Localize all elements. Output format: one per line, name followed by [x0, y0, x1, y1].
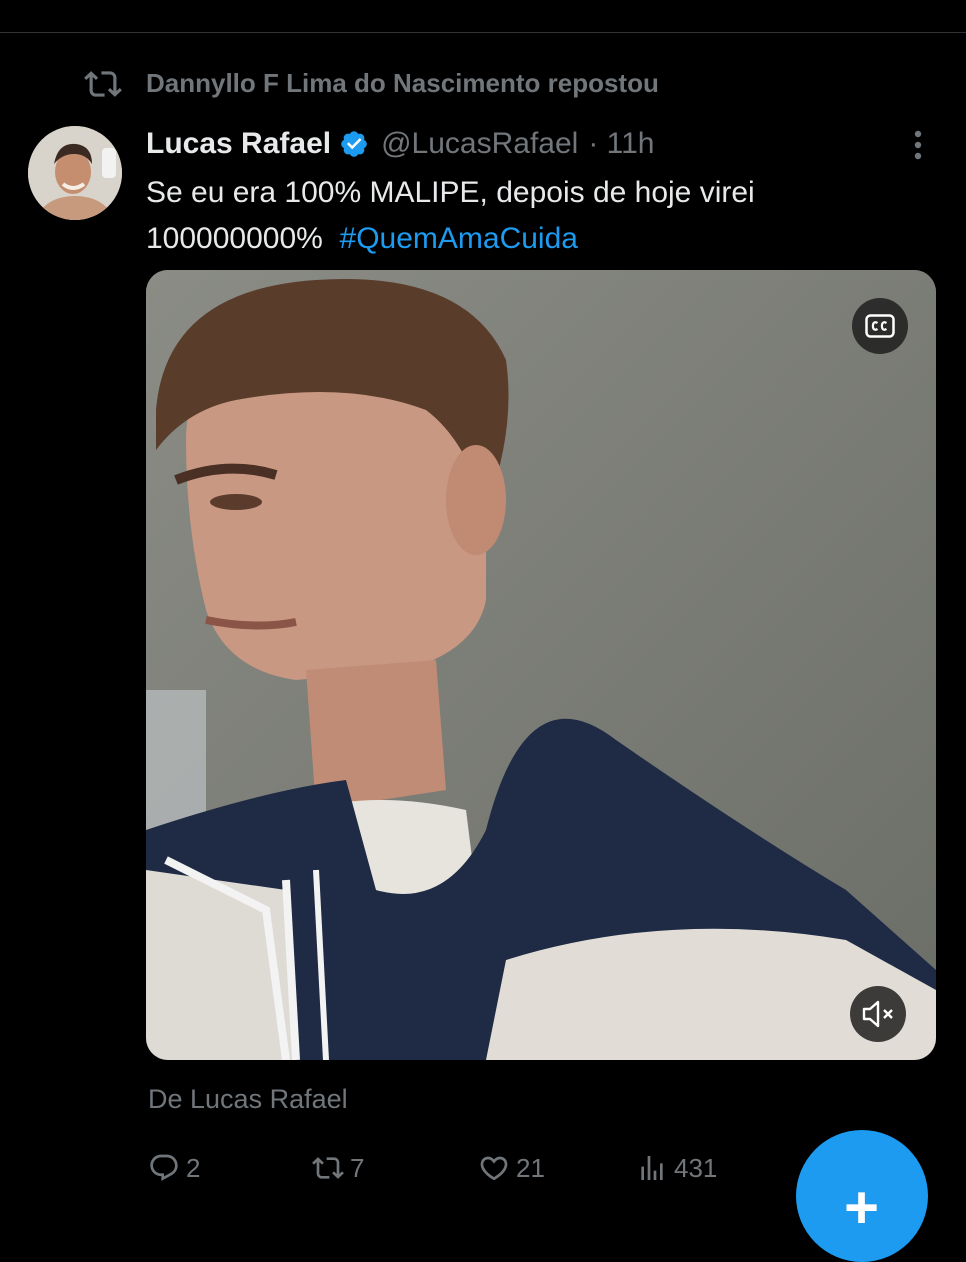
reply-button[interactable]: 2 [148, 1146, 200, 1190]
reply-icon [150, 1154, 178, 1181]
reply-count: 2 [186, 1152, 201, 1183]
tweet-text-line-2: 100000000% #QuemAmaCuida [146, 216, 936, 262]
repost-count: 7 [350, 1152, 365, 1183]
muted-speaker-icon [862, 1000, 893, 1028]
tweet-text: Se eu era 100% MALIPE, depois de hoje vi… [146, 170, 936, 262]
verified-badge-icon [341, 131, 367, 157]
more-options-icon[interactable] [904, 128, 932, 164]
views-count: 431 [674, 1152, 718, 1183]
heart-icon [480, 1156, 508, 1181]
video-frame [146, 270, 936, 1060]
tweet-header: Lucas Rafael @LucasRafael · 11h [146, 122, 654, 166]
top-divider [0, 32, 966, 33]
mute-toggle-button[interactable] [850, 986, 906, 1042]
hashtag-link[interactable]: #QuemAmaCuida [340, 222, 578, 255]
video-player[interactable] [146, 270, 936, 1060]
repost-label[interactable]: Dannyllo F Lima do Nascimento repostou [146, 68, 659, 99]
repost-context[interactable]: Dannyllo F Lima do Nascimento repostou [84, 64, 659, 104]
compose-plus-icon: + [844, 1174, 880, 1241]
video-source-label[interactable]: De Lucas Rafael [148, 1084, 348, 1115]
tweet-text-line-1: Se eu era 100% MALIPE, depois de hoje vi… [146, 176, 755, 209]
closed-captions-icon [865, 314, 895, 338]
tweet-text-number: 100000000% [146, 222, 323, 255]
like-count: 21 [516, 1152, 545, 1183]
repost-button[interactable]: 7 [312, 1146, 364, 1190]
tweet-time[interactable]: · 11h [588, 127, 654, 161]
repost-icon [84, 71, 122, 97]
repost-action-icon [312, 1157, 344, 1179]
views-chart-icon [641, 1156, 663, 1180]
like-button[interactable]: 21 [478, 1146, 545, 1190]
captions-button[interactable] [852, 298, 908, 354]
author-name[interactable]: Lucas Rafael [146, 127, 331, 161]
avatar[interactable] [28, 126, 122, 220]
compose-button[interactable]: + [796, 1130, 928, 1262]
author-handle[interactable]: @LucasRafael [381, 127, 578, 161]
views-button[interactable]: 431 [636, 1146, 717, 1190]
